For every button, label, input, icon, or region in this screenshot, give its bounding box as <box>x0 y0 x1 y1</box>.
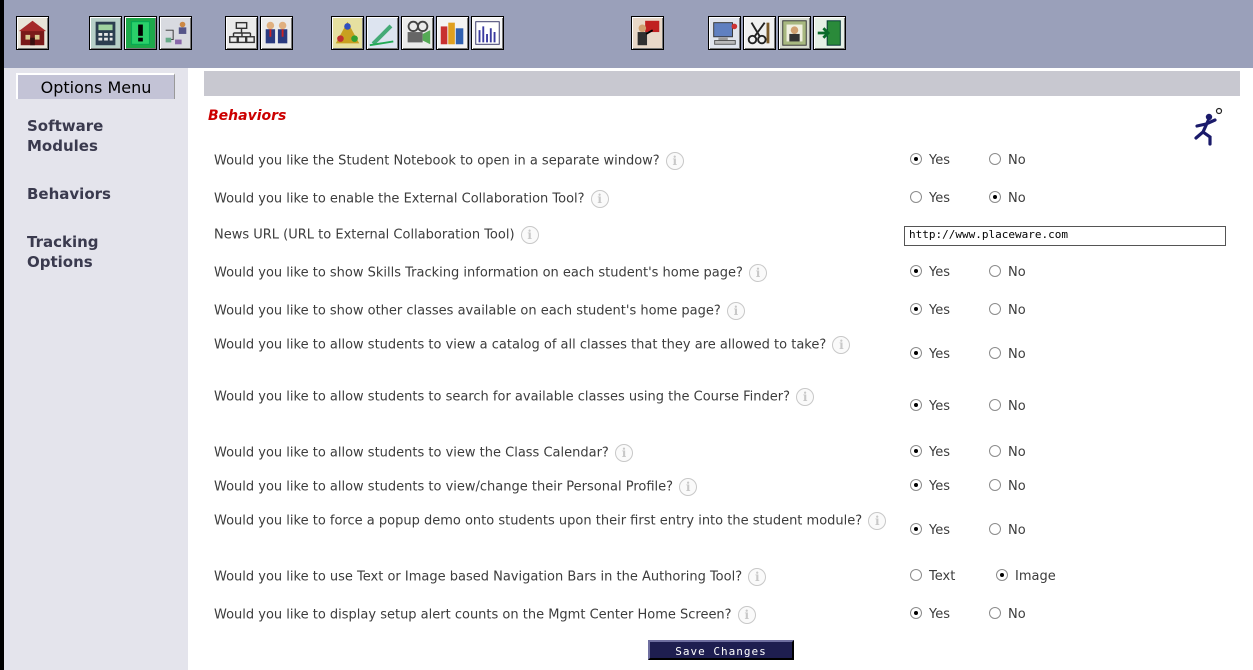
question-text: Would you like to allow students to view… <box>214 444 894 463</box>
radio-button[interactable] <box>910 445 922 457</box>
option-no[interactable]: No <box>989 264 1026 282</box>
options-sidebar: Options Menu Software Modules Behaviors … <box>4 68 188 670</box>
question-text: Would you like to enable the External Co… <box>214 190 894 209</box>
top-toolbar <box>4 0 1253 68</box>
option-no[interactable]: No <box>989 478 1026 496</box>
people-icon[interactable] <box>260 16 293 50</box>
info-icon[interactable]: i <box>614 444 633 462</box>
info-icon[interactable]: i <box>665 152 684 170</box>
radio-button[interactable] <box>989 607 1001 619</box>
radio-button[interactable] <box>989 523 1001 535</box>
radio-button[interactable] <box>989 153 1001 165</box>
option-no[interactable]: No <box>989 190 1026 208</box>
info-icon[interactable]: i <box>737 606 756 624</box>
computer-icon[interactable] <box>708 16 741 50</box>
info-icon[interactable]: i <box>748 568 767 586</box>
radio-button[interactable] <box>910 153 922 165</box>
info-icon[interactable]: i <box>749 264 768 282</box>
sidebar-item-tracking-options[interactable]: Tracking Options <box>27 232 147 272</box>
question-text: News URL (URL to External Collaboration … <box>214 226 894 245</box>
option-yes[interactable]: Yes <box>910 190 950 208</box>
books-icon[interactable] <box>436 16 469 50</box>
info-icon[interactable]: i <box>726 302 745 320</box>
option-yes[interactable]: Yes <box>910 152 950 170</box>
radio-button[interactable] <box>910 523 922 535</box>
question-text: Would you like to allow students to sear… <box>214 388 894 407</box>
question-text: Would you like to use Text or Image base… <box>214 568 894 587</box>
radio-button[interactable] <box>989 479 1001 491</box>
option-no[interactable]: No <box>989 152 1026 170</box>
projector-icon[interactable] <box>401 16 434 50</box>
option-no[interactable]: No <box>989 522 1026 540</box>
radio-button[interactable] <box>910 479 922 491</box>
question-text: Would you like to show Skills Tracking i… <box>214 264 894 283</box>
runner-logo-icon <box>1188 106 1224 146</box>
option-yes[interactable]: Yes <box>910 264 950 282</box>
question-text: Would you like to show other classes ava… <box>214 302 894 321</box>
sidebar-item-behaviors[interactable]: Behaviors <box>27 184 147 204</box>
person-frame-icon[interactable] <box>778 16 811 50</box>
option-image[interactable]: Image <box>996 568 1056 586</box>
radio-button[interactable] <box>989 265 1001 277</box>
info-icon[interactable]: i <box>590 190 609 208</box>
info-icon[interactable]: i <box>679 478 698 496</box>
radio-button[interactable] <box>989 399 1001 411</box>
radio-button[interactable] <box>910 607 922 619</box>
radio-button[interactable] <box>989 191 1001 203</box>
info-icon[interactable]: i <box>796 388 815 406</box>
option-yes[interactable]: Yes <box>910 444 950 462</box>
option-yes[interactable]: Yes <box>910 606 950 624</box>
hierarchy-icon[interactable] <box>225 16 258 50</box>
question-text: Would you like to allow students to view… <box>214 336 894 355</box>
question-text: Would you like to allow students to view… <box>214 478 894 497</box>
option-yes[interactable]: Yes <box>910 398 950 416</box>
option-no[interactable]: No <box>989 444 1026 462</box>
news-url-input[interactable]: http://www.placeware.com <box>904 226 1226 246</box>
radio-button[interactable] <box>910 569 922 581</box>
org-chart-icon[interactable] <box>159 16 192 50</box>
graph-icon[interactable] <box>471 16 504 50</box>
radio-button[interactable] <box>989 347 1001 359</box>
radio-button[interactable] <box>910 347 922 359</box>
section-title: Behaviors <box>208 108 287 124</box>
radio-button[interactable] <box>910 191 922 203</box>
radio-button[interactable] <box>910 303 922 315</box>
option-no[interactable]: No <box>989 302 1026 320</box>
alert-icon[interactable] <box>124 16 157 50</box>
presenter-icon[interactable] <box>631 16 664 50</box>
radio-button[interactable] <box>910 265 922 277</box>
option-yes[interactable]: Yes <box>910 302 950 320</box>
info-icon[interactable]: i <box>832 336 851 354</box>
sidebar-item-software-modules[interactable]: Software Modules <box>27 116 147 156</box>
question-text: Would you like the Student Notebook to o… <box>214 152 894 171</box>
option-no[interactable]: No <box>989 398 1026 416</box>
option-yes[interactable]: Yes <box>910 478 950 496</box>
info-icon[interactable]: i <box>868 512 887 530</box>
option-yes[interactable]: Yes <box>910 522 950 540</box>
radio-button[interactable] <box>989 445 1001 457</box>
option-text[interactable]: Text <box>910 568 955 586</box>
exit-door-icon[interactable] <box>813 16 846 50</box>
group-icon[interactable] <box>331 16 364 50</box>
option-no[interactable]: No <box>989 346 1026 364</box>
radio-button[interactable] <box>996 569 1008 581</box>
title-bar <box>204 71 1240 96</box>
radio-button[interactable] <box>989 303 1001 315</box>
calculator-icon[interactable] <box>89 16 122 50</box>
tools-icon[interactable] <box>743 16 776 50</box>
question-text: Would you like to display setup alert co… <box>214 606 894 625</box>
home-icon[interactable] <box>16 16 49 50</box>
main-content: Behaviors Would you like the Student Not… <box>200 68 1240 670</box>
option-no[interactable]: No <box>989 606 1026 624</box>
pen-icon[interactable] <box>366 16 399 50</box>
save-changes-button[interactable]: Save Changes <box>648 640 794 660</box>
question-text: Would you like to force a popup demo ont… <box>214 512 894 531</box>
options-menu-header: Options Menu <box>16 73 175 99</box>
option-yes[interactable]: Yes <box>910 346 950 364</box>
radio-button[interactable] <box>910 399 922 411</box>
info-icon[interactable]: i <box>520 226 539 244</box>
